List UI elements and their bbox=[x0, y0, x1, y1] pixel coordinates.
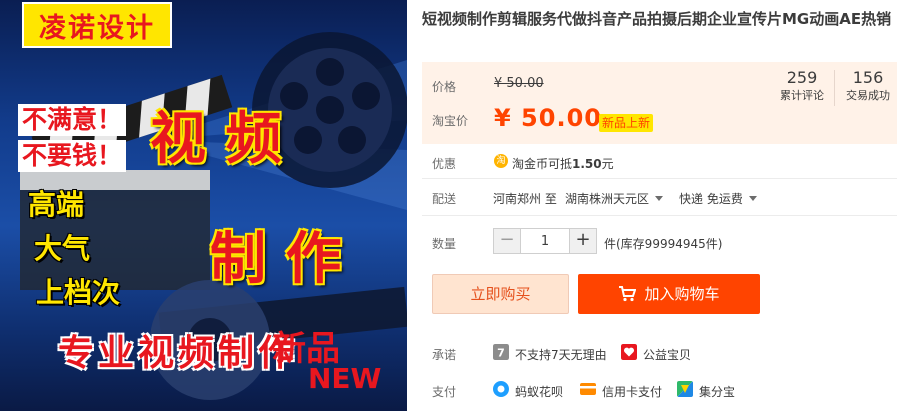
divider bbox=[422, 178, 897, 179]
svg-text:7: 7 bbox=[497, 347, 505, 360]
coin-discount-amount: 1.50 bbox=[572, 157, 602, 171]
buy-now-button[interactable]: 立即购买 bbox=[432, 274, 569, 314]
quantity-label: 数量 bbox=[432, 237, 457, 251]
original-price: ¥ 50.00 bbox=[494, 76, 544, 91]
quantity-input[interactable] bbox=[520, 229, 570, 253]
sales-label: 交易成功 bbox=[846, 89, 890, 102]
quantity-decrease-button[interactable]: − bbox=[494, 229, 520, 253]
cart-icon bbox=[619, 286, 637, 302]
taobao-coin-icon: 淘 bbox=[494, 154, 508, 168]
stock-info: 件(库存99994945件) bbox=[604, 237, 723, 251]
new-arrival-tag: 新品上新 bbox=[599, 114, 654, 132]
coin-discount-suffix: 元 bbox=[601, 157, 614, 171]
promo-text-no-pay: 不要钱！ bbox=[18, 140, 127, 172]
promo-text-professional: 专业视频制作 bbox=[58, 333, 299, 374]
quantity-increase-button[interactable]: + bbox=[570, 229, 596, 253]
payment-jifenbao[interactable]: 集分宝 bbox=[699, 383, 735, 400]
promo-text-unsatisfied: 不满意！ bbox=[18, 104, 127, 136]
brand-logo: 凌诺设计 bbox=[22, 2, 172, 48]
credit-card-icon bbox=[580, 383, 596, 395]
promo-label: 优惠 bbox=[432, 157, 457, 171]
sales-stat: 156 交易成功 bbox=[838, 68, 897, 104]
shipping-destination-value: 湖南株洲天元区 bbox=[565, 192, 650, 206]
price-label: 价格 bbox=[432, 80, 457, 94]
reviews-count: 259 bbox=[786, 68, 818, 87]
payment-huabei[interactable]: 蚂蚁花呗 bbox=[515, 383, 563, 400]
shipping-method-select[interactable]: 快递 免运费 bbox=[679, 190, 757, 207]
coin-discount: 淘金币可抵1.50元 bbox=[512, 155, 614, 172]
promo-text-production: 制 作 bbox=[210, 227, 342, 292]
promo-text-grand: 大气 bbox=[34, 232, 91, 265]
taobao-price: ¥ 50.00 bbox=[494, 104, 602, 132]
payment-credit-card[interactable]: 信用卡支付 bbox=[602, 383, 662, 400]
shipping-destination-select[interactable]: 湖南株洲天元区 bbox=[565, 190, 664, 207]
reviews-stat[interactable]: 259 累计评论 bbox=[768, 68, 836, 104]
charity-text[interactable]: 公益宝贝 bbox=[643, 346, 691, 363]
shipping-from: 河南郑州 至 bbox=[493, 192, 557, 206]
product-title: 短视频制作剪辑服务代做抖音产品拍摄后期企业宣传片MG动画AE热销 bbox=[422, 10, 892, 28]
promo-text-classy: 上档次 bbox=[36, 276, 121, 309]
divider bbox=[422, 215, 897, 216]
add-to-cart-label: 加入购物车 bbox=[644, 285, 720, 303]
add-to-cart-button[interactable]: 加入购物车 bbox=[578, 274, 760, 314]
chevron-down-icon bbox=[748, 196, 757, 201]
no-return-text[interactable]: 不支持7天无理由 bbox=[515, 346, 607, 363]
chevron-down-icon bbox=[655, 196, 664, 201]
reviews-label: 累计评论 bbox=[780, 89, 824, 102]
new-badge-bottom: NEW bbox=[308, 362, 382, 395]
shipping-method-value: 快递 免运费 bbox=[679, 192, 743, 206]
jifenbao-icon bbox=[677, 381, 693, 397]
payment-label: 支付 bbox=[432, 385, 457, 399]
price-panel: 价格 ¥ 50.00 淘宝价 ¥ 50.00 新品上新 259 累计评论 156… bbox=[422, 62, 897, 144]
taobao-price-label: 淘宝价 bbox=[432, 114, 469, 128]
promise-label: 承诺 bbox=[432, 348, 457, 362]
new-product-badge: 新品 NEW bbox=[272, 330, 396, 396]
huabei-icon bbox=[493, 381, 509, 397]
product-main-image[interactable]: 凌诺设计 不满意！ 不要钱！ 视 频 制 作 高端 大气 上档次 专业视频制作 … bbox=[0, 0, 407, 411]
sales-count: 156 bbox=[852, 68, 884, 87]
charity-icon bbox=[621, 344, 637, 360]
coin-discount-prefix: 淘金币可抵 bbox=[512, 157, 573, 171]
promo-text-video: 视 频 bbox=[150, 107, 282, 172]
promo-text-high-end: 高端 bbox=[28, 188, 85, 221]
no-return-icon: 7 bbox=[493, 344, 509, 360]
shipping-label: 配送 bbox=[432, 192, 457, 206]
quantity-stepper: − + bbox=[493, 228, 597, 254]
stats-divider bbox=[834, 70, 835, 106]
